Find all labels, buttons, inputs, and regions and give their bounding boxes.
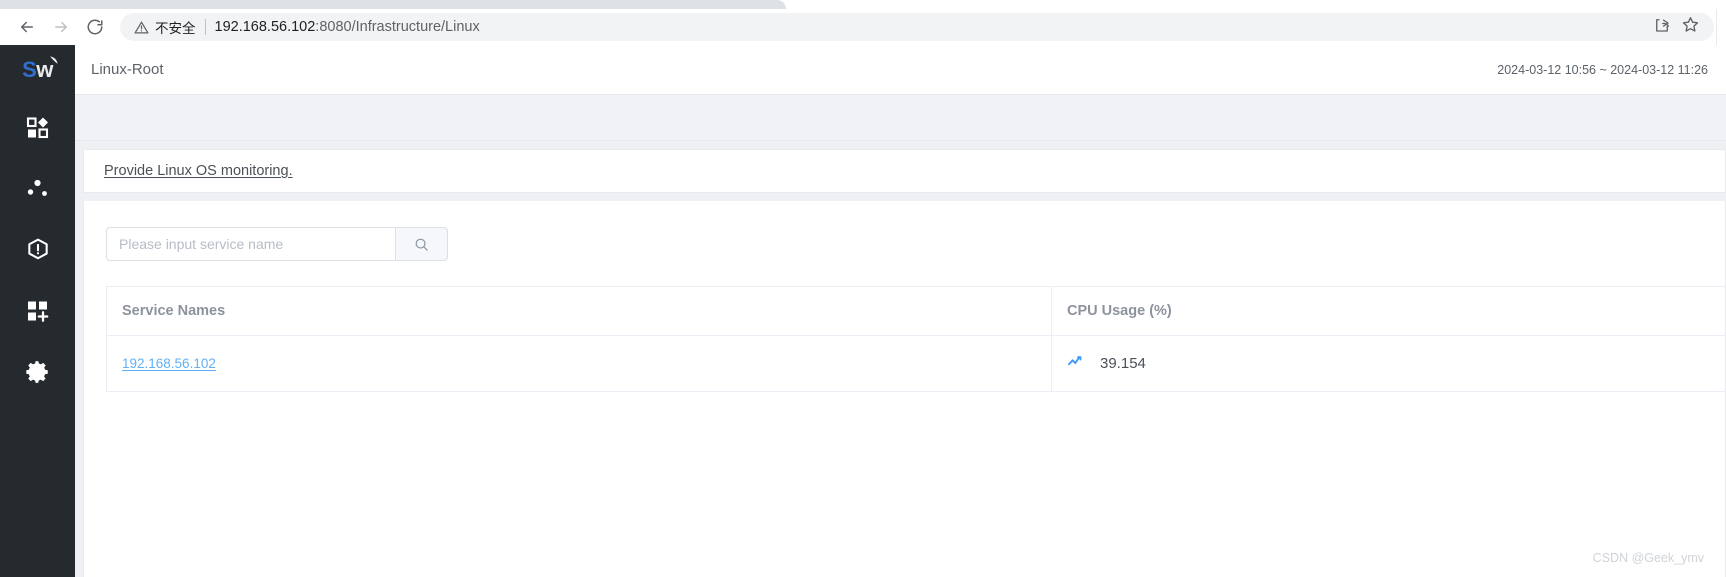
browser-window: 不安全 192.168.56.102:8080/Infrastructure/L… <box>0 0 1726 577</box>
description-card: Provide Linux OS monitoring. <box>83 149 1726 193</box>
dashboard-body: Provide Linux OS monitoring. Please inpu… <box>75 141 1726 577</box>
page-header: Linux-Root 2024-03-12 10:56 ~ 2024-03-12… <box>75 45 1726 95</box>
search-button[interactable] <box>396 227 448 261</box>
cell-service-name: 192.168.56.102 <box>106 335 1052 392</box>
column-header-cpu-usage[interactable]: CPU Usage (%) <box>1051 286 1726 336</box>
skywalking-logo[interactable]: Sw <box>0 45 75 95</box>
dashboard-toolbar <box>75 95 1726 141</box>
url-host: 192.168.56.102 <box>214 19 316 35</box>
omnibox-actions <box>1653 15 1708 39</box>
back-button[interactable] <box>12 12 42 42</box>
reload-button[interactable] <box>80 12 110 42</box>
alarm-hexagon-icon <box>27 238 48 260</box>
search-row <box>106 227 1725 261</box>
warning-triangle-icon[interactable] <box>134 20 149 35</box>
main-content: Linux-Root 2024-03-12 10:56 ~ 2024-03-12… <box>75 45 1726 577</box>
dashboard-grid-icon <box>26 117 48 139</box>
table-row[interactable]: 192.168.56.102 39.154 <box>106 335 1726 392</box>
app-shell: Sw Linux-Root 2024-03-12 10:56 ~ 2024-03… <box>0 45 1726 577</box>
trend-line-icon[interactable] <box>1067 352 1086 375</box>
sidebar-item-topology[interactable] <box>15 174 61 204</box>
table-header: Service Names CPU Usage (%) <box>106 286 1726 336</box>
time-range-display[interactable]: 2024-03-12 10:56 ~ 2024-03-12 11:26 <box>1497 63 1708 77</box>
service-link[interactable]: 192.168.56.102 <box>122 356 216 371</box>
table-header-row: Service Names CPU Usage (%) <box>106 286 1726 336</box>
url-text: 192.168.56.102:8080/Infrastructure/Linux <box>215 19 1654 35</box>
service-panel: Service Names CPU Usage (%) 192.168.56.1… <box>83 201 1726 577</box>
profile-strip[interactable] <box>1716 9 1726 45</box>
column-header-service-names[interactable]: Service Names <box>106 286 1052 336</box>
cell-cpu-usage: 39.154 <box>1051 335 1726 392</box>
grid-plus-icon <box>27 301 48 322</box>
cpu-usage-group: 39.154 <box>1067 352 1726 375</box>
security-status-text: 不安全 <box>155 21 196 36</box>
description-text: Provide Linux OS monitoring. <box>104 163 293 179</box>
browser-tab[interactable] <box>0 0 786 9</box>
sidebar-item-settings[interactable] <box>15 357 61 387</box>
forward-button[interactable] <box>46 12 76 42</box>
omnibox-divider <box>204 19 206 35</box>
page-title: Linux-Root <box>91 61 164 78</box>
share-icon[interactable] <box>1653 16 1671 39</box>
bookmark-star-icon[interactable] <box>1681 15 1700 39</box>
sidebar-item-dashboard[interactable] <box>15 113 61 143</box>
logo-letter-s: S <box>22 57 37 82</box>
search-icon <box>415 238 428 251</box>
sidebar-nav <box>0 113 75 387</box>
watermark: CSDN @Geek_ymv <box>1592 551 1704 565</box>
sidebar-item-add-dashboard[interactable] <box>15 296 61 326</box>
sidebar: Sw <box>0 45 75 577</box>
service-table: Service Names CPU Usage (%) 192.168.56.1… <box>106 286 1726 392</box>
gear-icon <box>25 361 48 383</box>
address-bar[interactable]: 不安全 192.168.56.102:8080/Infrastructure/L… <box>120 13 1714 41</box>
cpu-usage-value: 39.154 <box>1100 355 1146 372</box>
table-body: 192.168.56.102 39.154 <box>106 335 1726 392</box>
url-path: :8080/Infrastructure/Linux <box>315 19 480 35</box>
sidebar-item-alarm[interactable] <box>15 235 61 265</box>
search-input[interactable] <box>106 227 396 261</box>
topology-dots-icon <box>27 179 47 196</box>
browser-toolbar: 不安全 192.168.56.102:8080/Infrastructure/L… <box>0 9 1726 45</box>
tab-strip <box>0 0 1726 9</box>
logo-arc-icon <box>50 56 58 64</box>
